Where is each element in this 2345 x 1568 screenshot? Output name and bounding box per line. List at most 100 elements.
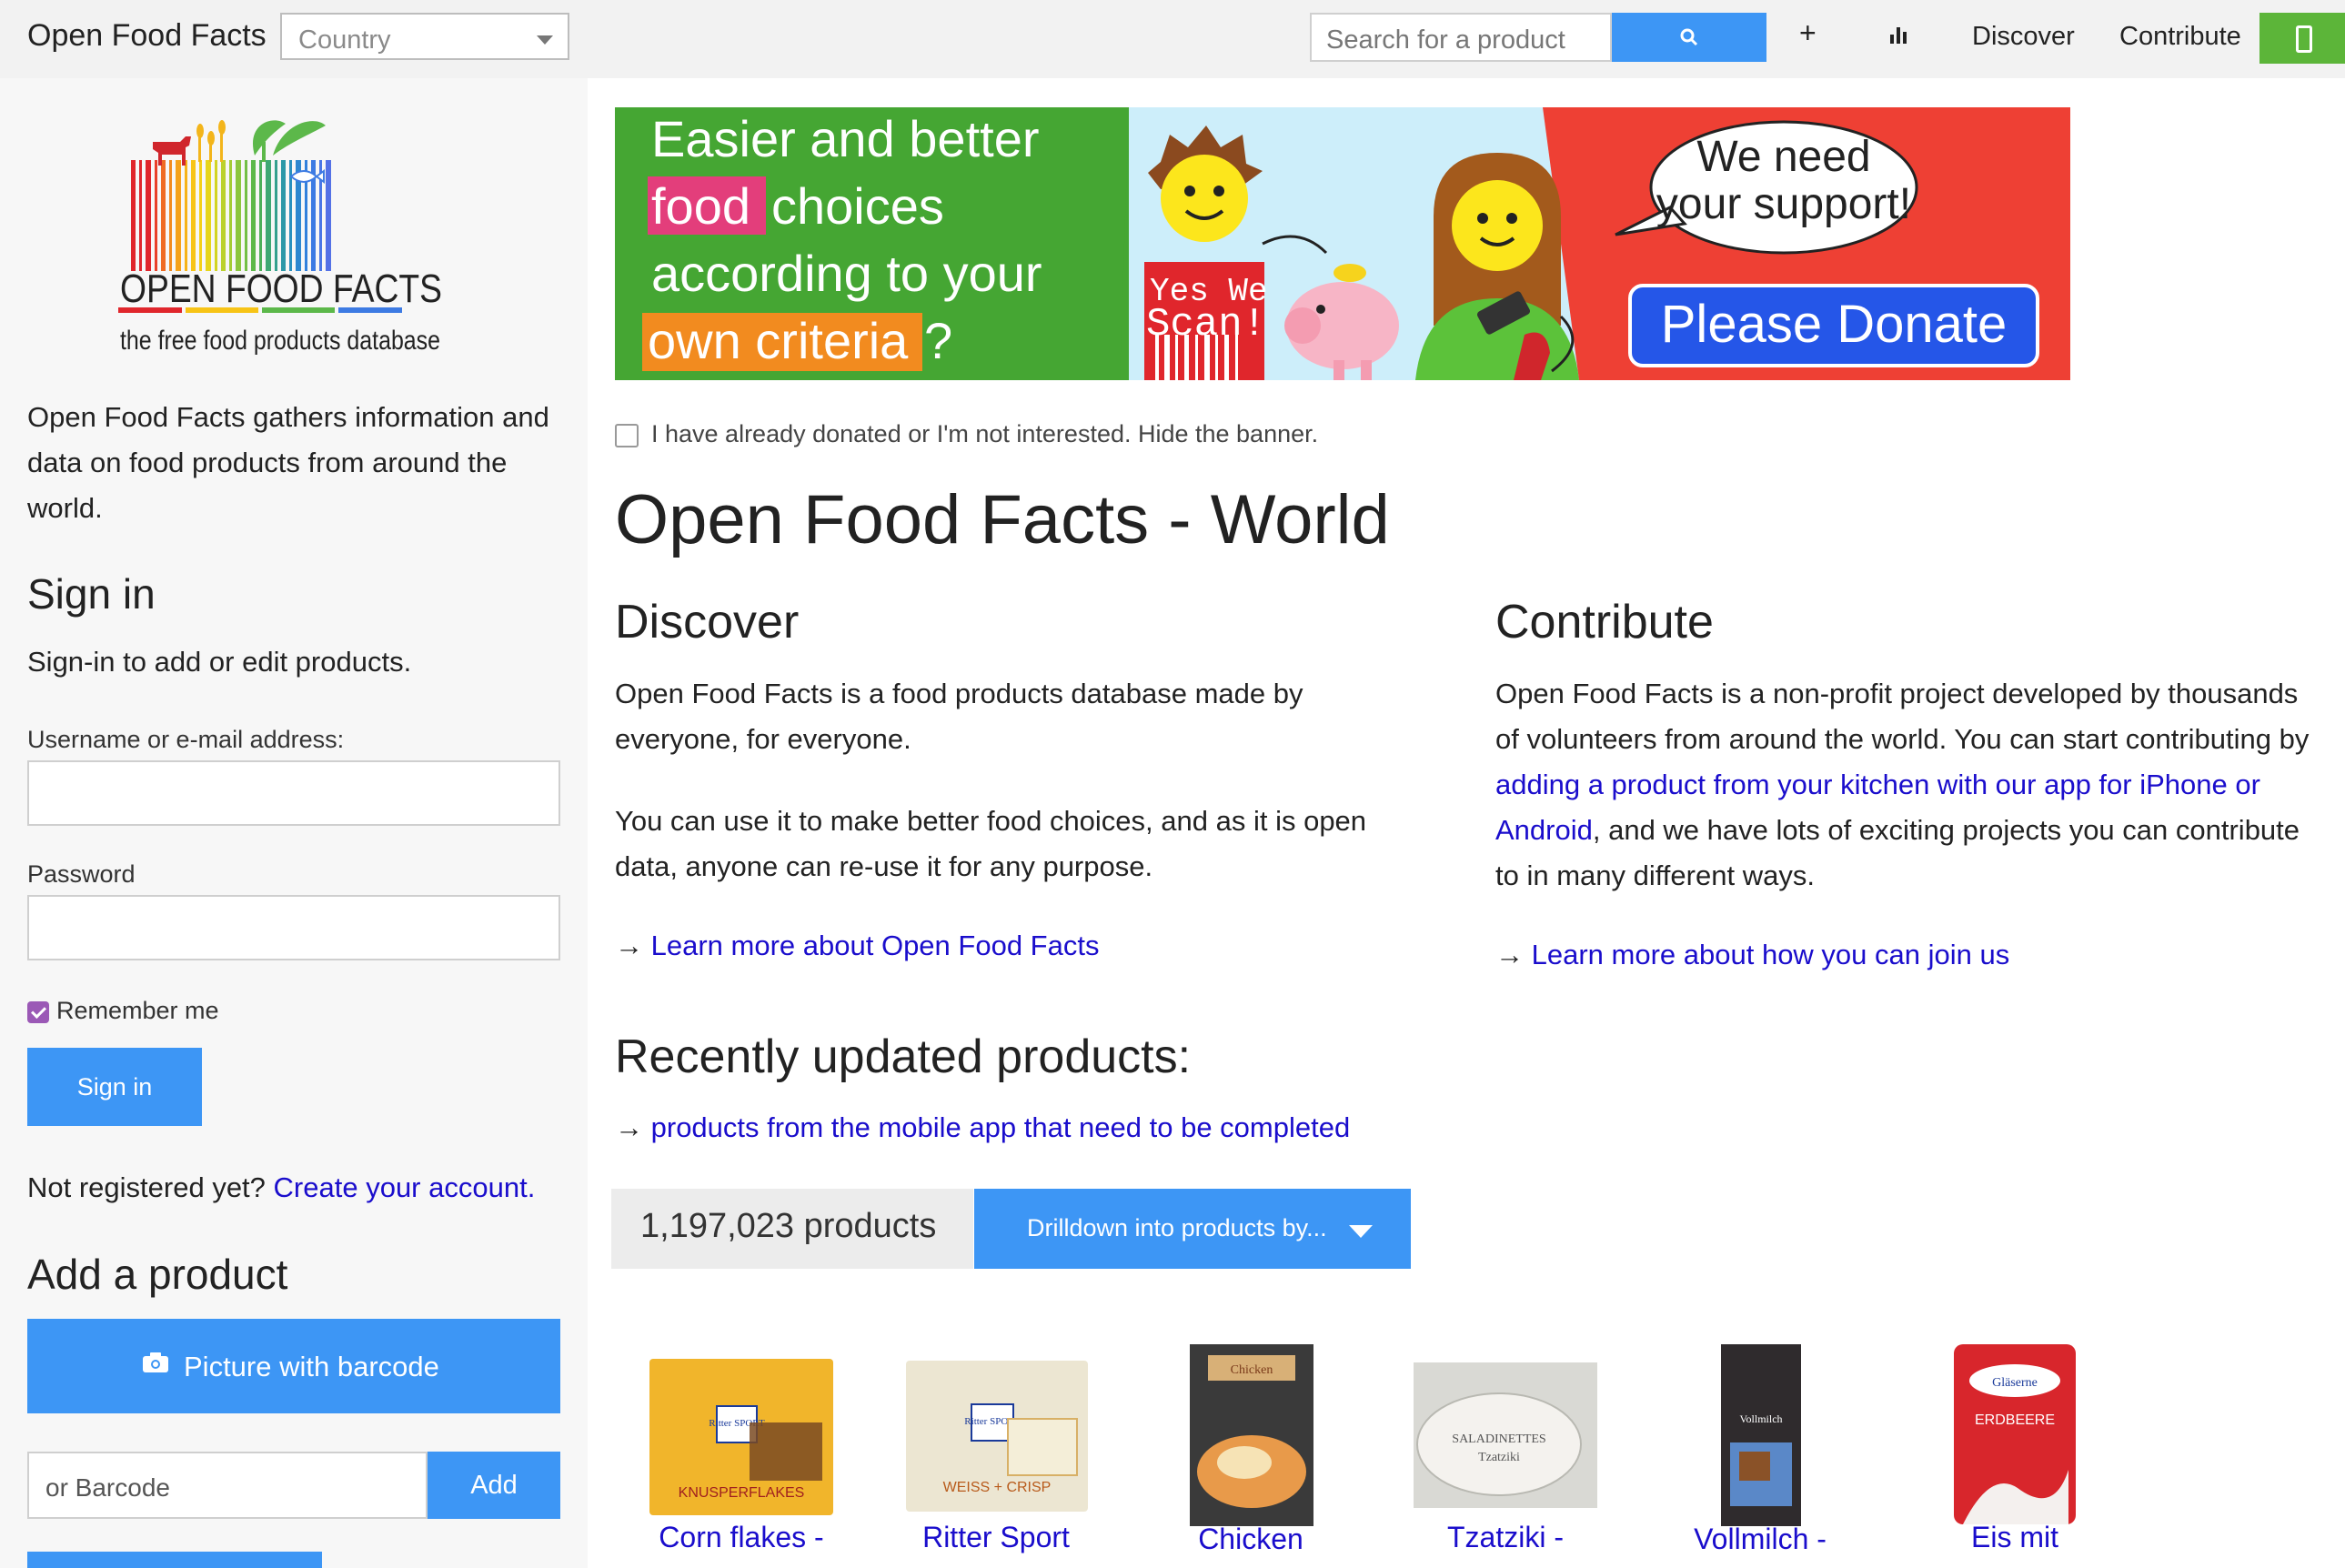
- arrow-right-icon: →: [615, 930, 643, 961]
- learn-more-link[interactable]: Learn more about Open Food Facts: [651, 930, 1100, 961]
- remember-me-label: Remember me: [56, 997, 219, 1024]
- drilldown-label: Drilldown into products by...: [1027, 1214, 1327, 1241]
- contribute-paragraph-start: Open Food Facts is a non-profit project …: [1495, 678, 2310, 755]
- sign-in-subtitle: Sign-in to add or edit products.: [27, 646, 412, 678]
- fish-icon: [289, 169, 325, 184]
- banner-line-4-rest: ?: [924, 312, 952, 369]
- not-registered-row: Not registered yet? Create your account.: [27, 1171, 535, 1204]
- nav-contribute[interactable]: Contribute: [2119, 22, 2241, 52]
- chevron-down-icon: [1349, 1225, 1373, 1238]
- product-name[interactable]: Corn flakes -: [628, 1521, 855, 1554]
- add-product-heading: Add a product: [27, 1251, 288, 1298]
- product-name[interactable]: Tzatziki -: [1392, 1521, 1619, 1554]
- camera-icon: [143, 1352, 168, 1372]
- sign-in-heading: Sign in: [27, 570, 156, 618]
- top-navigation-bar: Open Food Facts Country Search for a pro…: [0, 0, 2345, 78]
- product-image[interactable]: Vollmilch: [1721, 1344, 1801, 1526]
- join-us-row: → Learn more about how you can join us: [1495, 939, 2009, 971]
- please-donate-label: Please Donate: [1661, 295, 2007, 354]
- barcode-input[interactable]: or Barcode: [27, 1452, 428, 1519]
- add-product-nav-icon[interactable]: +: [1799, 16, 1817, 50]
- sprout-leaves-icon: [252, 120, 326, 162]
- sign-in-button[interactable]: Sign in: [27, 1048, 202, 1126]
- product-card[interactable]: Ritter SPORT WEISS + CRISP Ritter Sport: [882, 1342, 1110, 1568]
- mobile-phone-icon: [2296, 25, 2312, 53]
- join-us-link[interactable]: Learn more about how you can join us: [1532, 939, 2010, 970]
- hide-banner-checkbox[interactable]: [615, 424, 639, 447]
- product-card[interactable]: Chicken Chicken: [1137, 1342, 1364, 1568]
- statistics-nav-icon[interactable]: [1890, 27, 1908, 44]
- site-intro-text: Open Food Facts gathers information and …: [27, 401, 549, 524]
- product-name[interactable]: Eis mit: [1901, 1521, 2129, 1554]
- product-brand-text: Gläserne: [1992, 1376, 2038, 1390]
- discover-paragraph-1: Open Food Facts is a food products datab…: [615, 678, 1303, 755]
- add-barcode-button[interactable]: Add: [428, 1452, 560, 1519]
- arrow-right-icon: →: [615, 1111, 643, 1143]
- product-name[interactable]: Vollmilch -: [1646, 1523, 1874, 1556]
- product-image[interactable]: Gläserne ERDBEERE: [1954, 1344, 2076, 1524]
- product-flavor-text: KNUSPERFLAKES: [679, 1485, 805, 1501]
- mobile-app-button[interactable]: [2259, 13, 2345, 64]
- bubble-line-2: your support!: [1656, 180, 1911, 228]
- username-field[interactable]: [27, 760, 560, 826]
- product-count-badge: 1,197,023 products: [611, 1189, 973, 1269]
- white-chocolate-pieces: [1007, 1418, 1078, 1476]
- banner-line-1: Easier and better: [651, 110, 1039, 167]
- product-brand-text: Chicken: [1231, 1363, 1273, 1377]
- banner-line-2-highlight: food: [651, 177, 750, 235]
- product-count: 1,197,023 products: [640, 1207, 937, 1245]
- discover-heading: Discover: [615, 596, 800, 648]
- product-image[interactable]: Ritter SPORT WEISS + CRISP: [906, 1361, 1088, 1512]
- product-flavor-text: ERDBEERE: [1975, 1412, 2055, 1428]
- search-button[interactable]: [1612, 13, 1766, 62]
- product-card[interactable]: SALADINETTES Tzatziki Tzatziki -: [1392, 1342, 1619, 1568]
- product-card[interactable]: Gläserne ERDBEERE Eis mit: [1901, 1342, 2129, 1568]
- create-account-link[interactable]: Create your account.: [274, 1171, 536, 1203]
- discover-paragraph-2: You can use it to make better food choic…: [615, 805, 1367, 882]
- wheat-icon: [196, 120, 226, 162]
- nav-discover[interactable]: Discover: [1972, 22, 2075, 52]
- password-field[interactable]: [27, 895, 560, 960]
- country-select[interactable]: Country: [280, 13, 569, 60]
- banner-line-3: according to your: [651, 245, 1042, 302]
- mobile-app-products-row: → products from the mobile app that need…: [615, 1111, 1350, 1144]
- yes-we-scan-line-2: Scan!: [1146, 302, 1266, 347]
- product-card[interactable]: Vollmilch Vollmilch -: [1646, 1342, 1874, 1568]
- mobile-app-products-link[interactable]: products from the mobile app that need t…: [651, 1111, 1351, 1143]
- product-image[interactable]: SALADINETTES Tzatziki: [1414, 1362, 1597, 1508]
- donation-banner[interactable]: Easier and better food choices according…: [615, 107, 2070, 380]
- contribute-paragraph: Open Food Facts is a non-profit project …: [1495, 671, 2314, 899]
- site-brand-link[interactable]: Open Food Facts: [27, 18, 267, 54]
- product-brand-text: SALADINETTES: [1452, 1432, 1545, 1446]
- open-food-facts-logo[interactable]: OPEN FOOD FACTS the free food products d…: [118, 106, 464, 369]
- drilldown-dropdown-button[interactable]: Drilldown into products by...: [974, 1189, 1411, 1269]
- please-donate-button[interactable]: Please Donate: [1628, 284, 2039, 367]
- search-input[interactable]: Search for a product: [1310, 13, 1612, 62]
- logo-title: OPEN FOOD FACTS: [120, 266, 442, 311]
- product-flavor-text: WEISS + CRISP: [943, 1480, 1052, 1495]
- page-title: Open Food Facts - World: [615, 481, 1390, 558]
- hide-banner-label: I have already donated or I'm not intere…: [651, 420, 1319, 447]
- picture-with-barcode-label: Picture with barcode: [184, 1351, 439, 1382]
- learn-more-row: → Learn more about Open Food Facts: [615, 930, 1099, 962]
- username-label: Username or e-mail address:: [27, 726, 345, 753]
- product-card[interactable]: Ritter SPORT KNUSPERFLAKES Corn flakes -: [628, 1342, 855, 1568]
- contribute-heading: Contribute: [1495, 596, 1714, 648]
- product-image[interactable]: Ritter SPORT KNUSPERFLAKES: [649, 1359, 833, 1515]
- sidebar-cutoff-button[interactable]: [27, 1552, 322, 1568]
- barcode-input-placeholder: or Barcode: [45, 1473, 170, 1502]
- banner-line-2-rest: choices: [771, 177, 944, 235]
- product-image[interactable]: Chicken: [1190, 1344, 1313, 1526]
- chocolate-pieces: [750, 1422, 822, 1481]
- product-name[interactable]: Chicken: [1137, 1523, 1364, 1556]
- recently-updated-heading: Recently updated products:: [615, 1030, 1192, 1083]
- product-name[interactable]: Ritter Sport: [882, 1521, 1110, 1554]
- banner-line-4-highlight: own criteria: [648, 312, 909, 369]
- remember-me-checkbox[interactable]: [27, 1001, 49, 1023]
- girl-character-illustration: [1415, 153, 1579, 380]
- chevron-down-icon: [537, 35, 553, 45]
- product-brand-text: Vollmilch: [1739, 1412, 1782, 1425]
- bubble-line-1: We need: [1696, 133, 1870, 181]
- picture-with-barcode-button[interactable]: Picture with barcode: [27, 1319, 560, 1413]
- contribute-paragraph-end: , and we have lots of exciting projects …: [1495, 814, 2300, 891]
